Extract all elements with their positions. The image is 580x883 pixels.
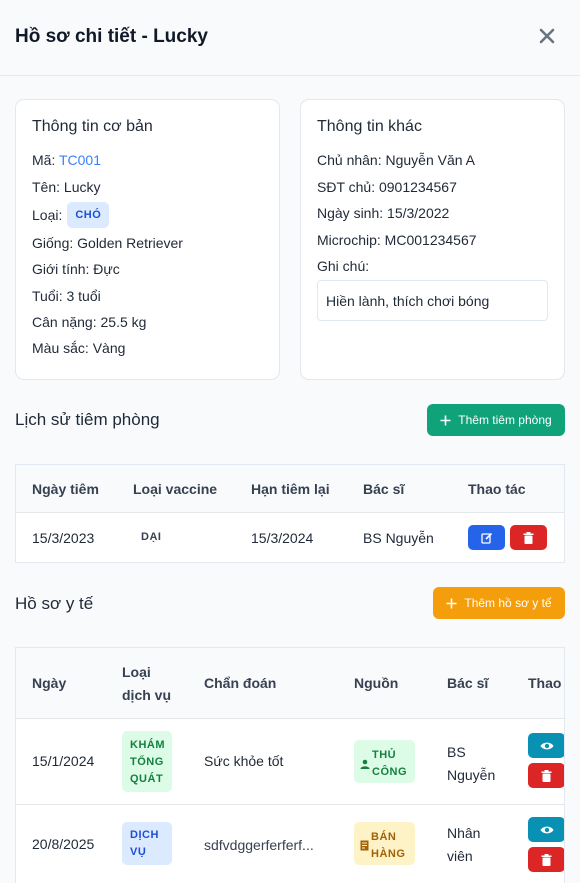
pet-microchip: Microchip: MC001234567 — [317, 232, 477, 248]
medical-row-diagnosis: Sức khỏe tốt — [204, 753, 284, 769]
source-text-line: CÔNG — [372, 765, 407, 778]
col-medical-service-line2: dịch vụ — [122, 687, 172, 703]
edit-vaccination-button[interactable] — [468, 525, 505, 550]
pet-age: Tuổi: 3 tuổi — [32, 288, 101, 304]
view-medical-button[interactable] — [528, 817, 564, 842]
eye-icon — [540, 742, 553, 749]
doctor-text-line: viên — [447, 848, 473, 864]
medical-row-service-badge: DỊCH VỤ — [122, 822, 172, 865]
edit-icon — [480, 532, 492, 544]
pet-code-value: TC001 — [58, 152, 102, 168]
add-vaccination-label: Thêm tiêm phòng — [458, 413, 552, 427]
col-vaccine-date: Ngày tiêm — [32, 481, 99, 497]
medical-table: Ngày Loại dịch vụ Chẩn đoán Nguồn Bác sĩ… — [15, 647, 565, 883]
pet-type: Loại: CHÓ — [32, 202, 110, 228]
col-vaccine-due: Hạn tiêm lại — [251, 481, 330, 497]
pet-gender: Giới tính: Đực — [32, 261, 120, 277]
plus-icon — [446, 598, 457, 608]
delete-medical-button[interactable] — [528, 763, 564, 788]
medical-row-date: 15/1/2024 — [32, 753, 95, 769]
medical-row-diagnosis: sdfvdggerferferf... — [204, 837, 314, 853]
delete-vaccination-button[interactable] — [510, 525, 547, 550]
pet-code: Mã: TC001 — [32, 152, 101, 168]
pet-name: Tên: Lucky — [32, 179, 101, 195]
col-medical-doctor: Bác sĩ — [447, 675, 489, 691]
eye-icon — [540, 826, 553, 833]
divider — [16, 804, 564, 805]
trash-icon — [541, 769, 552, 782]
divider — [16, 718, 564, 719]
col-vaccine-actions: Thao tác — [468, 481, 526, 497]
pet-birthday: Ngày sinh: 15/3/2022 — [317, 205, 450, 221]
divider — [16, 512, 564, 513]
medical-row-date: 20/8/2025 — [32, 836, 95, 852]
doctor-text-line: Nguyễn — [447, 767, 496, 783]
owner-name: Chủ nhân: Nguyễn Văn A — [317, 152, 476, 168]
medical-row-source-badge: BÁN HÀNG — [354, 822, 415, 865]
service-text-line: TỔNG — [130, 756, 164, 768]
source-text-line: BÁN — [371, 830, 397, 843]
vaccine-row-type-badge: DẠI — [141, 531, 162, 543]
pet-breed: Giống: Golden Retriever — [32, 235, 183, 251]
medical-row-source-badge: THỦ CÔNG — [354, 740, 415, 783]
doctor-text-line: BS — [447, 744, 466, 760]
col-medical-diagnosis: Chẩn đoán — [204, 675, 277, 691]
col-medical-source: Nguồn — [354, 675, 399, 691]
col-vaccine-doctor: Bác sĩ — [363, 481, 405, 497]
medical-title: Hồ sơ y tế — [15, 594, 94, 613]
other-info-title: Thông tin khác — [317, 118, 422, 135]
vaccine-row-due: 15/3/2024 — [251, 530, 314, 546]
source-text-line: HÀNG — [371, 847, 406, 860]
vaccination-title: Lịch sử tiêm phòng — [15, 410, 160, 429]
service-text-line: QUÁT — [130, 773, 164, 785]
basic-info-title: Thông tin cơ bản — [32, 118, 153, 135]
plus-icon — [440, 415, 451, 425]
col-vaccine-type: Loại vaccine — [133, 481, 218, 497]
service-text-line: DỊCH — [130, 829, 159, 841]
pet-type-label: Loại: — [32, 207, 63, 223]
col-medical-actions: Thao tác — [528, 675, 564, 691]
vaccine-row-doctor: BS Nguyễn — [363, 530, 434, 546]
user-icon — [360, 759, 370, 769]
source-text-line: THỦ — [372, 748, 397, 761]
close-icon[interactable] — [536, 25, 558, 47]
pet-type-badge: CHÓ — [67, 202, 110, 228]
vaccine-row-date: 15/3/2023 — [32, 530, 95, 546]
receipt-icon — [360, 840, 369, 851]
add-medical-button[interactable]: Thêm hồ sơ y tế — [433, 587, 565, 619]
trash-icon — [523, 531, 534, 544]
delete-medical-button[interactable] — [528, 847, 564, 872]
service-text-line: VỤ — [130, 846, 147, 858]
pet-weight: Cân nặng: 25.5 kg — [32, 314, 147, 330]
note-label: Ghi chú: — [317, 258, 370, 274]
col-medical-date: Ngày — [32, 675, 67, 691]
note-box: Hiền lành, thích chơi bóng — [317, 280, 548, 321]
basic-info-card: Thông tin cơ bản Mã: TC001 Tên: Lucky Lo… — [15, 99, 280, 380]
medical-row-doctor: Nhân viên — [447, 822, 480, 868]
trash-icon — [541, 853, 552, 866]
medical-row-doctor: BS Nguyễn — [447, 741, 495, 787]
pet-code-label: Mã: — [32, 152, 56, 168]
add-vaccination-button[interactable]: Thêm tiêm phòng — [427, 404, 565, 436]
view-medical-button[interactable] — [528, 733, 564, 758]
other-info-card: Thông tin khác Chủ nhân: Nguyễn Văn A SĐ… — [300, 99, 565, 380]
medical-row-service-badge: KHÁM TỔNG QUÁT — [122, 731, 172, 792]
service-text-line: KHÁM — [130, 739, 165, 751]
modal-header: Hồ sơ chi tiết - Lucky — [0, 0, 580, 76]
col-medical-service-line1: Loại — [122, 664, 151, 680]
modal-title: Hồ sơ chi tiết - Lucky — [15, 26, 208, 47]
add-medical-label: Thêm hồ sơ y tế — [464, 596, 552, 610]
pet-color: Màu sắc: Vàng — [32, 340, 126, 356]
doctor-text-line: Nhân — [447, 825, 481, 841]
vaccination-table: Ngày tiêm Loại vaccine Hạn tiêm lại Bác … — [15, 464, 565, 563]
owner-phone: SĐT chủ: 0901234567 — [317, 179, 457, 195]
